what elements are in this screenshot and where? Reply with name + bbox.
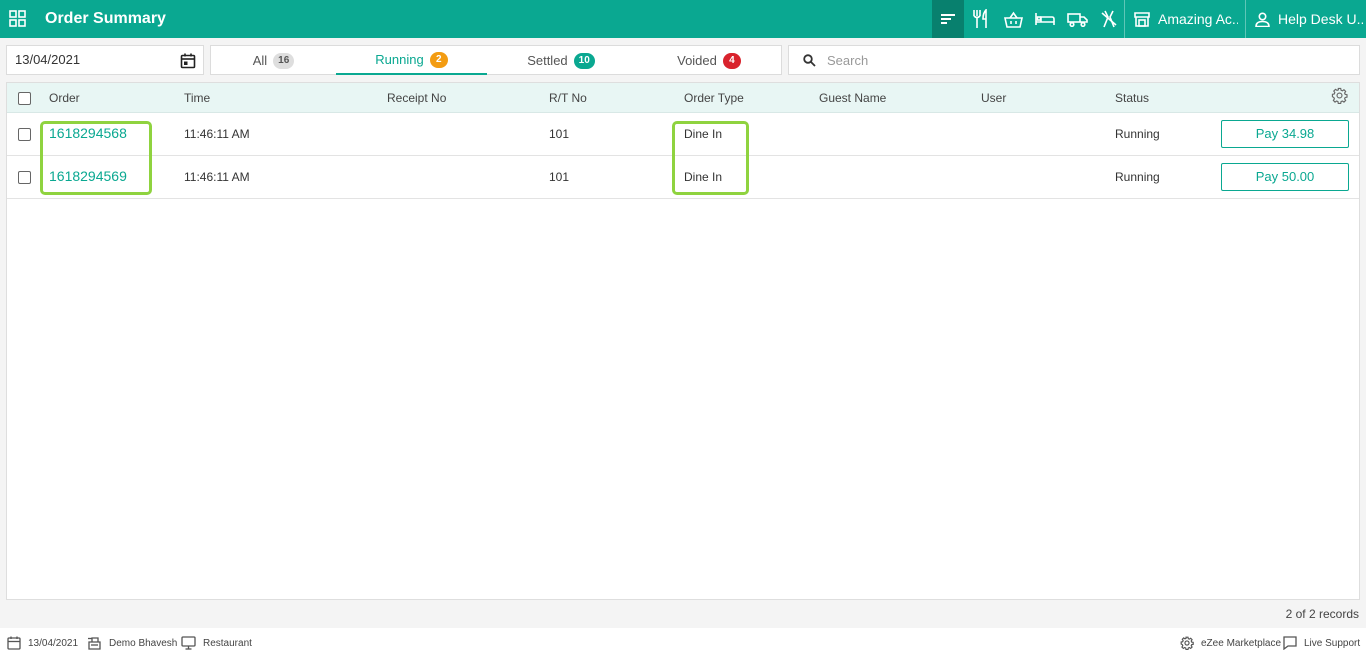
calendar-icon (7, 636, 21, 650)
search-input[interactable] (827, 50, 1347, 70)
order-number-link[interactable]: 1618294569 (49, 168, 127, 184)
count-badge: 16 (273, 52, 295, 69)
date-picker[interactable]: 13/04/2021 (6, 45, 204, 75)
footer-date-text: 13/04/2021 (28, 637, 79, 649)
tab-label: All (252, 53, 268, 68)
apps-grid-icon[interactable] (9, 10, 26, 27)
user-menu[interactable]: Help Desk U... (1255, 0, 1363, 38)
order-time: 11:46:11 AM (184, 170, 250, 184)
tab-voided[interactable]: Voided 4 (635, 46, 783, 75)
calendar-icon[interactable] (180, 53, 196, 69)
gear-icon (1180, 636, 1194, 650)
page-title: Order Summary (45, 10, 166, 27)
chat-icon (1283, 636, 1297, 650)
record-count: 2 of 2 records (1285, 607, 1359, 621)
order-time: 11:46:11 AM (184, 127, 250, 141)
property-name: Amazing Ac... (1158, 11, 1238, 27)
footer-date: 13/04/2021 (7, 636, 78, 650)
footer-terminal: Restaurant (181, 636, 252, 650)
pay-button[interactable]: Pay 34.98 (1221, 120, 1349, 148)
column-header-guest-name[interactable]: Guest Name (819, 91, 886, 105)
status-text: Running (1115, 127, 1160, 141)
top-header: Order Summary Amazing Ac... Help Desk U.… (0, 0, 1366, 38)
rt-no: 101 (549, 170, 570, 184)
row-checkbox[interactable] (18, 171, 31, 184)
store-icon (1134, 11, 1150, 27)
order-summary-nav-icon[interactable] (932, 0, 964, 38)
fork-knife-icon[interactable] (965, 0, 997, 38)
column-settings-gear-icon[interactable] (1331, 87, 1348, 104)
count-badge: 4 (722, 52, 741, 69)
footer-user: Demo Bhavesh (87, 636, 177, 650)
delivery-truck-icon[interactable] (1061, 0, 1093, 38)
live-support-link[interactable]: Live Support (1283, 636, 1360, 650)
rt-no: 101 (549, 127, 570, 141)
basket-icon[interactable] (997, 0, 1029, 38)
tab-label: Settled (527, 53, 568, 68)
header-divider (1245, 0, 1246, 38)
row-checkbox[interactable] (18, 128, 31, 141)
column-header-rt-no[interactable]: R/T No (549, 91, 587, 105)
status-text: Running (1115, 170, 1160, 184)
select-all-checkbox[interactable] (18, 92, 31, 105)
marketplace-text: eZee Marketplace (1201, 637, 1282, 649)
takeaway-off-icon[interactable] (1093, 0, 1125, 38)
table-header: Order Time Receipt No R/T No Order Type … (7, 83, 1359, 113)
order-type: Dine In (684, 170, 723, 184)
status-tabs: All 16 Running 2 Settled 10 Voided 4 (210, 45, 782, 75)
user-name: Help Desk U... (1278, 11, 1363, 27)
pay-button[interactable]: Pay 50.00 (1221, 163, 1349, 191)
user-icon (1255, 11, 1270, 27)
date-value: 13/04/2021 (15, 52, 81, 67)
footer-terminal-text: Restaurant (203, 637, 252, 649)
property-selector[interactable]: Amazing Ac... (1134, 0, 1238, 38)
monitor-icon (181, 636, 196, 650)
table-row[interactable]: 1618294569 11:46:11 AM 101 Dine In Runni… (7, 156, 1359, 199)
column-header-user[interactable]: User (981, 91, 1006, 105)
tab-settled[interactable]: Settled 10 (487, 46, 635, 75)
count-badge: 10 (573, 52, 595, 69)
tab-label: Running (375, 52, 424, 67)
live-support-text: Live Support (1304, 637, 1361, 649)
marketplace-link[interactable]: eZee Marketplace (1180, 636, 1281, 650)
header-divider (1124, 0, 1125, 38)
order-type: Dine In (684, 127, 723, 141)
footer-user-text: Demo Bhavesh (109, 637, 178, 649)
column-header-order-type[interactable]: Order Type (684, 91, 744, 105)
column-header-status[interactable]: Status (1115, 91, 1149, 105)
bed-icon[interactable] (1029, 0, 1061, 38)
tab-label: Voided (677, 53, 717, 68)
status-bar: 13/04/2021 Demo Bhavesh Restaurant eZee … (0, 628, 1366, 657)
orders-table: Order Time Receipt No R/T No Order Type … (6, 82, 1360, 600)
count-badge: 2 (429, 51, 448, 68)
search-bar (788, 45, 1360, 75)
column-header-time[interactable]: Time (184, 91, 210, 105)
search-icon (803, 54, 816, 67)
register-icon (88, 637, 101, 650)
order-number-link[interactable]: 1618294568 (49, 125, 127, 141)
tab-all[interactable]: All 16 (211, 46, 336, 75)
tab-running[interactable]: Running 2 (336, 46, 487, 75)
column-header-order[interactable]: Order (49, 91, 80, 105)
table-row[interactable]: 1618294568 11:46:11 AM 101 Dine In Runni… (7, 113, 1359, 156)
column-header-receipt-no[interactable]: Receipt No (387, 91, 446, 105)
